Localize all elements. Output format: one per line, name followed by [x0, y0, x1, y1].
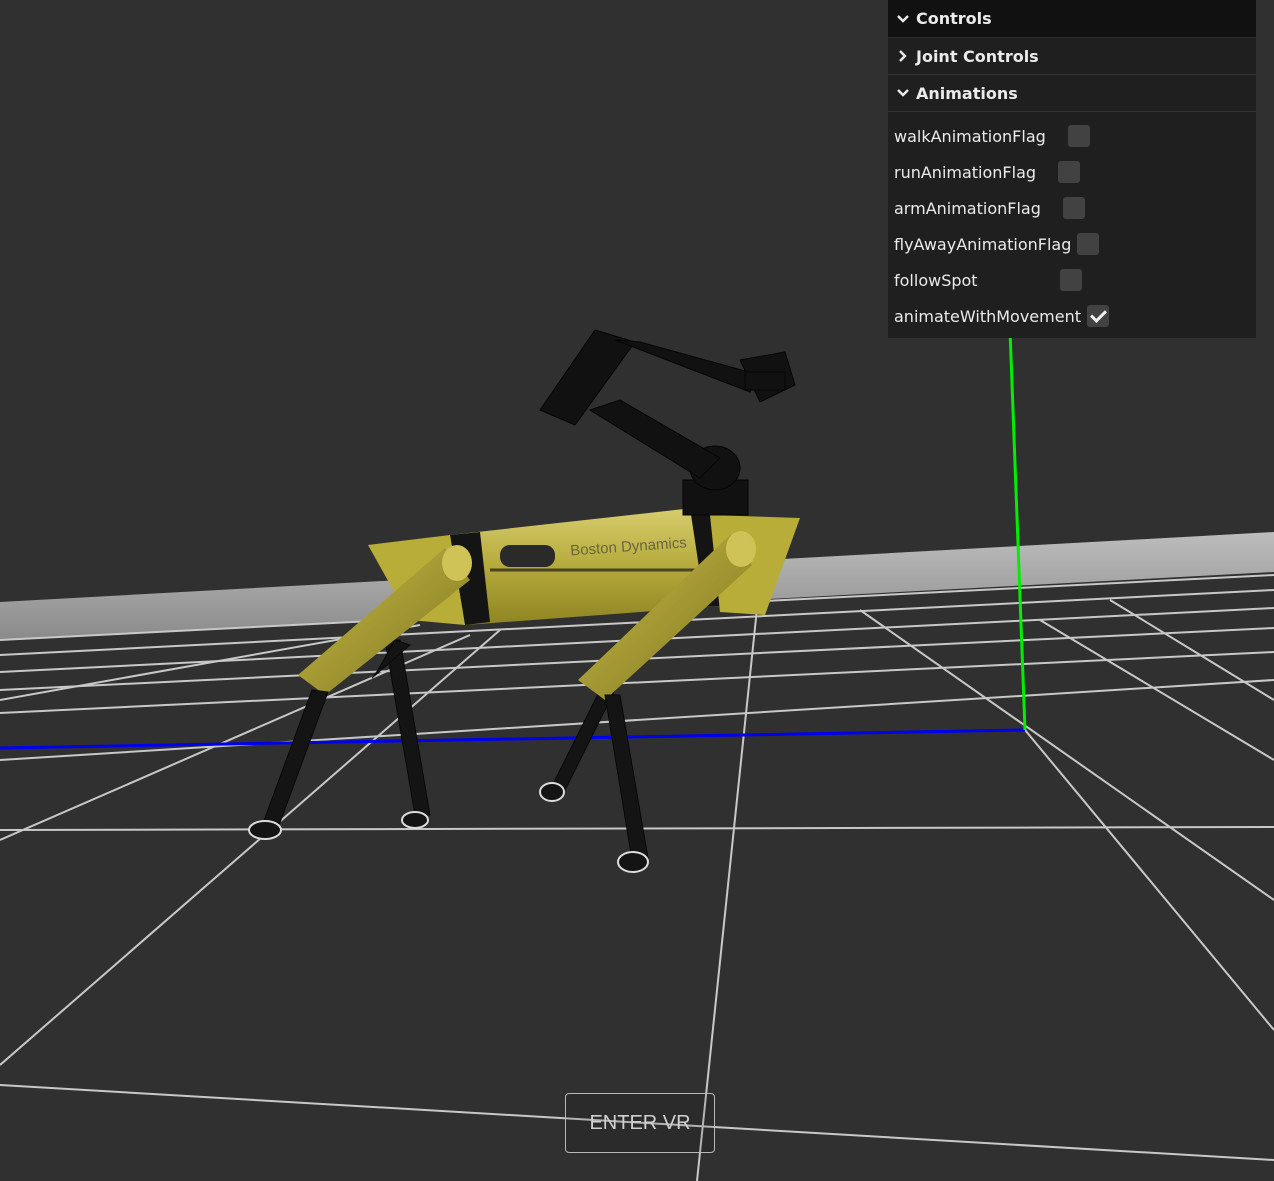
controller-animate-with-movement: animateWithMovement [888, 298, 1256, 334]
controller-follow-spot: followSpot [888, 262, 1256, 298]
fly-away-animation-checkbox[interactable] [1077, 233, 1100, 255]
x-axis-line [0, 728, 1026, 750]
controller-label: runAnimationFlag [894, 162, 1037, 182]
controller-label: animateWithMovement [894, 306, 1081, 326]
folder-animations[interactable]: Animations [888, 75, 1256, 112]
run-animation-checkbox[interactable] [1058, 161, 1081, 183]
animate-with-movement-checkbox[interactable] [1086, 305, 1109, 327]
folder-joint-controls[interactable]: Joint Controls [888, 38, 1256, 75]
folder-joint-controls-label: Joint Controls [916, 46, 1039, 66]
controller-fly-away-animation-flag: flyAwayAnimationFlag [888, 226, 1256, 262]
controller-label: armAnimationFlag [894, 198, 1041, 218]
walk-animation-checkbox[interactable] [1067, 125, 1090, 147]
controls-panel: Controls Joint Controls Animations walkA… [888, 0, 1256, 338]
enter-vr-button[interactable]: ENTER VR [565, 1093, 715, 1153]
controller-label: followSpot [894, 270, 978, 290]
chevron-down-icon [897, 14, 909, 23]
controls-title-label: Controls [916, 9, 992, 28]
chevron-down-icon [897, 89, 909, 97]
follow-spot-checkbox[interactable] [1059, 269, 1082, 291]
controller-arm-animation-flag: armAnimationFlag [888, 190, 1256, 226]
folder-animations-label: Animations [916, 83, 1018, 103]
controller-walk-animation-flag: walkAnimationFlag [888, 118, 1256, 154]
arm-animation-checkbox[interactable] [1062, 197, 1085, 219]
chevron-right-icon [899, 50, 907, 62]
controller-label: walkAnimationFlag [894, 126, 1046, 146]
y-axis-line [1008, 329, 1027, 731]
controller-run-animation-flag: runAnimationFlag [888, 154, 1256, 190]
controller-label: flyAwayAnimationFlag [894, 234, 1072, 254]
animations-controls: walkAnimationFlag runAnimationFlag armAn… [888, 112, 1256, 338]
controls-title[interactable]: Controls [888, 0, 1256, 38]
